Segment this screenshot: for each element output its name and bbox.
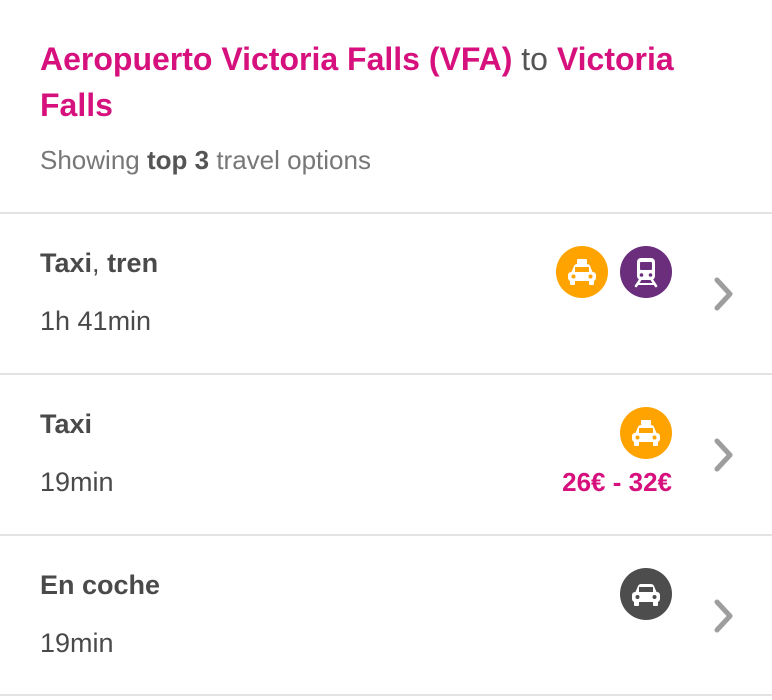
option-mode-icons — [556, 246, 672, 298]
option-mode-icons — [620, 407, 672, 459]
route-title: Aeropuerto Victoria Falls (VFA) to Victo… — [40, 36, 720, 128]
travel-option-taxi[interactable]: Taxi 19min 26€ - 32€ — [0, 375, 772, 533]
summary-suffix: travel options — [216, 145, 371, 175]
taxi-icon — [556, 246, 608, 298]
travel-option-car[interactable]: En coche 19min — [0, 536, 772, 694]
divider — [0, 694, 772, 696]
origin-name: Aeropuerto Victoria Falls (VFA) — [40, 41, 513, 77]
option-duration: 19min — [40, 467, 114, 497]
chevron-right-icon[interactable] — [712, 598, 736, 634]
option-duration: 1h 41min — [40, 306, 152, 336]
option-mode-icons — [620, 568, 672, 620]
route-header: Aeropuerto Victoria Falls (VFA) to Victo… — [0, 0, 772, 212]
route-connector: to — [521, 41, 548, 77]
option-title: Taxi, tren — [40, 246, 158, 280]
taxi-icon — [620, 407, 672, 459]
car-icon — [620, 568, 672, 620]
summary-prefix: Showing — [40, 145, 140, 175]
option-title: Taxi — [40, 409, 93, 439]
mode-separator: , — [92, 248, 100, 278]
travel-option-taxi-train[interactable]: Taxi, tren 1h 41min — [0, 214, 772, 372]
option-mode-taxi: Taxi — [40, 248, 93, 278]
option-title: En coche — [40, 570, 161, 600]
train-icon — [620, 246, 672, 298]
summary-count: top 3 — [146, 145, 210, 175]
price-range: 26€ - 32€ — [562, 467, 672, 497]
results-summary: Showing top 3 travel options — [40, 142, 732, 178]
chevron-right-icon[interactable] — [712, 276, 736, 312]
option-duration: 19min — [40, 628, 114, 658]
chevron-right-icon[interactable] — [712, 437, 736, 473]
option-mode-train: tren — [107, 248, 159, 278]
